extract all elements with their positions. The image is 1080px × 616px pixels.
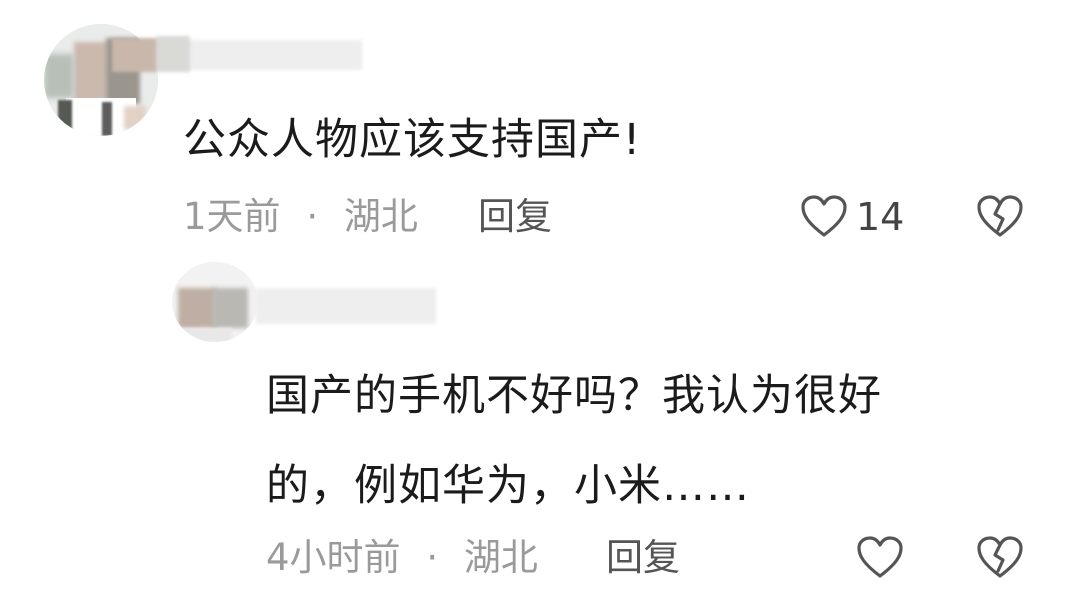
reply-text-line-1: 国产的手机不好吗？我认为很好 (266, 371, 882, 421)
meta-separator: · (426, 536, 439, 579)
reply-button[interactable]: 回复 (478, 193, 552, 241)
comment-text: 公众人物应该支持国产! (183, 115, 642, 165)
heart-outline-icon[interactable] (800, 194, 848, 238)
comment-location: 湖北 (343, 195, 418, 238)
like-count: 14 (856, 195, 905, 239)
heart-outline-icon[interactable] (856, 535, 904, 579)
meta-separator: · (306, 195, 319, 238)
comment-time: 1天前 (183, 195, 281, 238)
reply-meta: 4小时前 · 湖北 (266, 534, 538, 582)
broken-heart-icon[interactable] (976, 194, 1024, 238)
broken-heart-icon[interactable] (976, 535, 1024, 579)
reply-username[interactable] (256, 286, 436, 326)
reply-text-line-2: 的，例如华为，小米…… (266, 461, 750, 511)
reply-time: 4小时前 (266, 536, 401, 579)
reply-location: 湖北 (463, 536, 538, 579)
username[interactable] (112, 32, 362, 72)
comment-meta: 1天前 · 湖北 (183, 193, 418, 241)
reply-avatar[interactable] (172, 262, 258, 342)
reply-button[interactable]: 回复 (606, 534, 680, 582)
